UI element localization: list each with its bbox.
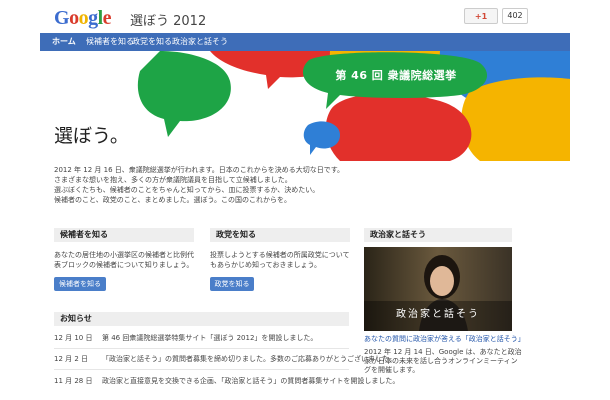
news-item: 12 月 2 日 「政治家と話そう」の質問者募集を締め切りました。多数のご応募あ…: [54, 354, 396, 366]
intro-line: 2012 年 12 月 16 日、衆議院総選挙が行われます。日本のこれからを決め…: [54, 166, 345, 174]
parties-button[interactable]: 政党を知る: [210, 277, 254, 291]
talk-photo[interactable]: 政治家と話そう: [364, 247, 512, 331]
hero-banner: 第 46 回 衆議院総選挙 選ぼう。: [40, 51, 570, 161]
election-title: 第 46 回 衆議院総選挙: [335, 69, 457, 82]
site-title: 選ぼう 2012: [130, 14, 207, 29]
talk-link[interactable]: あなたの質問に政治家が答える「政治家と話そう」: [364, 334, 534, 344]
news-text[interactable]: 政治家と直接意見を交換できる企画、「政治家と話そう」の質問者募集サイトを開設しま…: [102, 376, 399, 386]
news-heading: お知らせ: [54, 312, 349, 326]
logo-letter: e: [102, 7, 112, 29]
candidates-description: あなたの居住地の小選挙区の候補者と比例代表ブロックの候補者について知りましょう。: [54, 251, 194, 269]
nav-item-talk[interactable]: 政治家と話そう: [172, 33, 228, 51]
news-item: 12 月 10 日 第 46 回衆議院総選挙特集サイト「選ぼう 2012」を開設…: [54, 333, 354, 345]
gplus-widget: +1 402: [464, 8, 528, 24]
candidates-heading: 候補者を知る: [54, 228, 194, 242]
parties-description: 投票しようとする候補者の所属政党についてもあらかじめ知っておきましょう。: [210, 251, 350, 269]
main-nav: ホーム 候補者を知る 政党を知る 政治家と話そう: [40, 33, 570, 51]
intro-text: 2012 年 12 月 16 日、衆議院総選挙が行われます。日本のこれからを決め…: [54, 165, 374, 205]
news-text[interactable]: 第 46 回衆議院総選挙特集サイト「選ぼう 2012」を開設しました。: [102, 333, 354, 343]
news-date: 12 月 2 日: [54, 355, 89, 363]
intro-line: 候補者のこと、政党のこと、まとめました。選ぼう。この国のこれからを。: [54, 196, 292, 204]
google-logo[interactable]: Google: [54, 7, 112, 30]
red-bubble-big: [325, 93, 472, 161]
talk-heading: 政治家と話そう: [364, 228, 512, 242]
parties-heading: 政党を知る: [210, 228, 350, 242]
logo-letter: G: [54, 7, 70, 29]
logo-letter: o: [69, 7, 79, 29]
news-item: 11 月 28 日 政治家と直接意見を交換できる企画、「政治家と話そう」の質問者…: [54, 376, 399, 388]
yellow-bubble-right: [461, 77, 570, 161]
news-date: 12 月 10 日: [54, 334, 93, 342]
plus-one-count: 402: [502, 8, 528, 24]
hero-tagline: 選ぼう。: [54, 125, 129, 147]
news-text[interactable]: 「政治家と話そう」の質問者募集を締め切りました。多数のご応募ありがとうございまし…: [102, 354, 396, 364]
logo-letter: g: [88, 7, 98, 29]
green-bubble-left: [137, 51, 231, 137]
photo-caption: 政治家と話そう: [396, 309, 480, 320]
header: Google 選ぼう 2012 +1 402: [40, 0, 570, 33]
plus-one-button[interactable]: +1: [464, 8, 498, 24]
news-divider: [54, 369, 349, 370]
nav-item-parties[interactable]: 政党を知る: [132, 33, 172, 51]
intro-line: さまざまな想いを抱え、多くの方が衆議院議員を目指して立候補しました。: [54, 176, 292, 184]
intro-line: 選ぶぼくたちも、候補者のことをちゃんと知ってから、皿に投票するか、決めたい。: [54, 186, 320, 194]
candidates-button[interactable]: 候補者を知る: [54, 277, 106, 291]
nav-item-candidates[interactable]: 候補者を知る: [86, 33, 134, 51]
page: Google 選ぼう 2012 +1 402 ホーム 候補者を知る 政党を知る …: [40, 0, 570, 400]
news-date: 11 月 28 日: [54, 377, 93, 385]
nav-item-home[interactable]: ホーム: [52, 33, 76, 51]
logo-letter: o: [78, 7, 89, 29]
news-divider: [54, 348, 349, 349]
